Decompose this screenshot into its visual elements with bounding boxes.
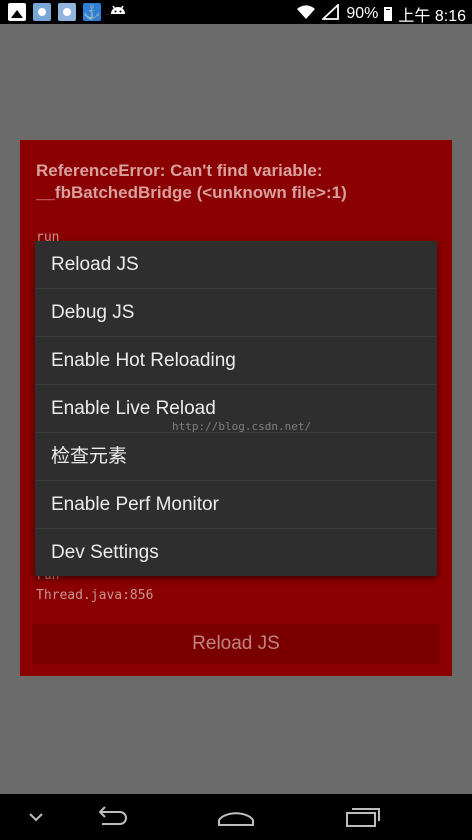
menu-item-reload-js[interactable]: Reload JS: [35, 241, 437, 289]
signal-icon: [321, 2, 340, 25]
chevron-down-icon[interactable]: [0, 794, 76, 840]
menu-item-hot-reloading[interactable]: Enable Hot Reloading: [35, 337, 437, 385]
app-notification-icon: [33, 3, 51, 21]
android-icon: [108, 3, 126, 21]
notification-icons: ⚓: [8, 3, 126, 21]
dev-menu: Reload JS Debug JS Enable Hot Reloading …: [35, 241, 437, 576]
battery-icon: [384, 7, 393, 21]
menu-item-perf-monitor[interactable]: Enable Perf Monitor: [35, 481, 437, 529]
error-message: ReferenceError: Can't find variable: __f…: [36, 161, 347, 202]
menu-item-debug-js[interactable]: Debug JS: [35, 289, 437, 337]
gallery-icon: [8, 3, 26, 21]
battery-percent: 90%: [346, 5, 379, 22]
anchor-icon: ⚓: [83, 3, 101, 21]
status-bar: ⚓ 90% 上午 8:16: [0, 0, 472, 26]
navigation-bar: [0, 794, 472, 840]
home-icon[interactable]: [196, 794, 276, 840]
app-notification-icon: [58, 3, 76, 21]
watermark: http://blog.csdn.net/: [172, 420, 312, 433]
menu-item-inspect-element[interactable]: 检查元素: [35, 433, 437, 481]
menu-item-dev-settings[interactable]: Dev Settings: [35, 529, 437, 577]
back-icon[interactable]: [70, 794, 150, 840]
screen: ⚓ 90% 上午 8:16 ReferenceError: Can't find…: [0, 0, 472, 840]
recents-icon[interactable]: [322, 794, 402, 840]
stack-frame-location: Thread.java:856: [36, 588, 154, 603]
reload-js-button[interactable]: Reload JS: [32, 624, 440, 664]
system-status: 90% 上午 8:16: [296, 2, 466, 26]
wifi-icon: [296, 4, 316, 25]
clock: 上午 8:16: [398, 8, 466, 25]
